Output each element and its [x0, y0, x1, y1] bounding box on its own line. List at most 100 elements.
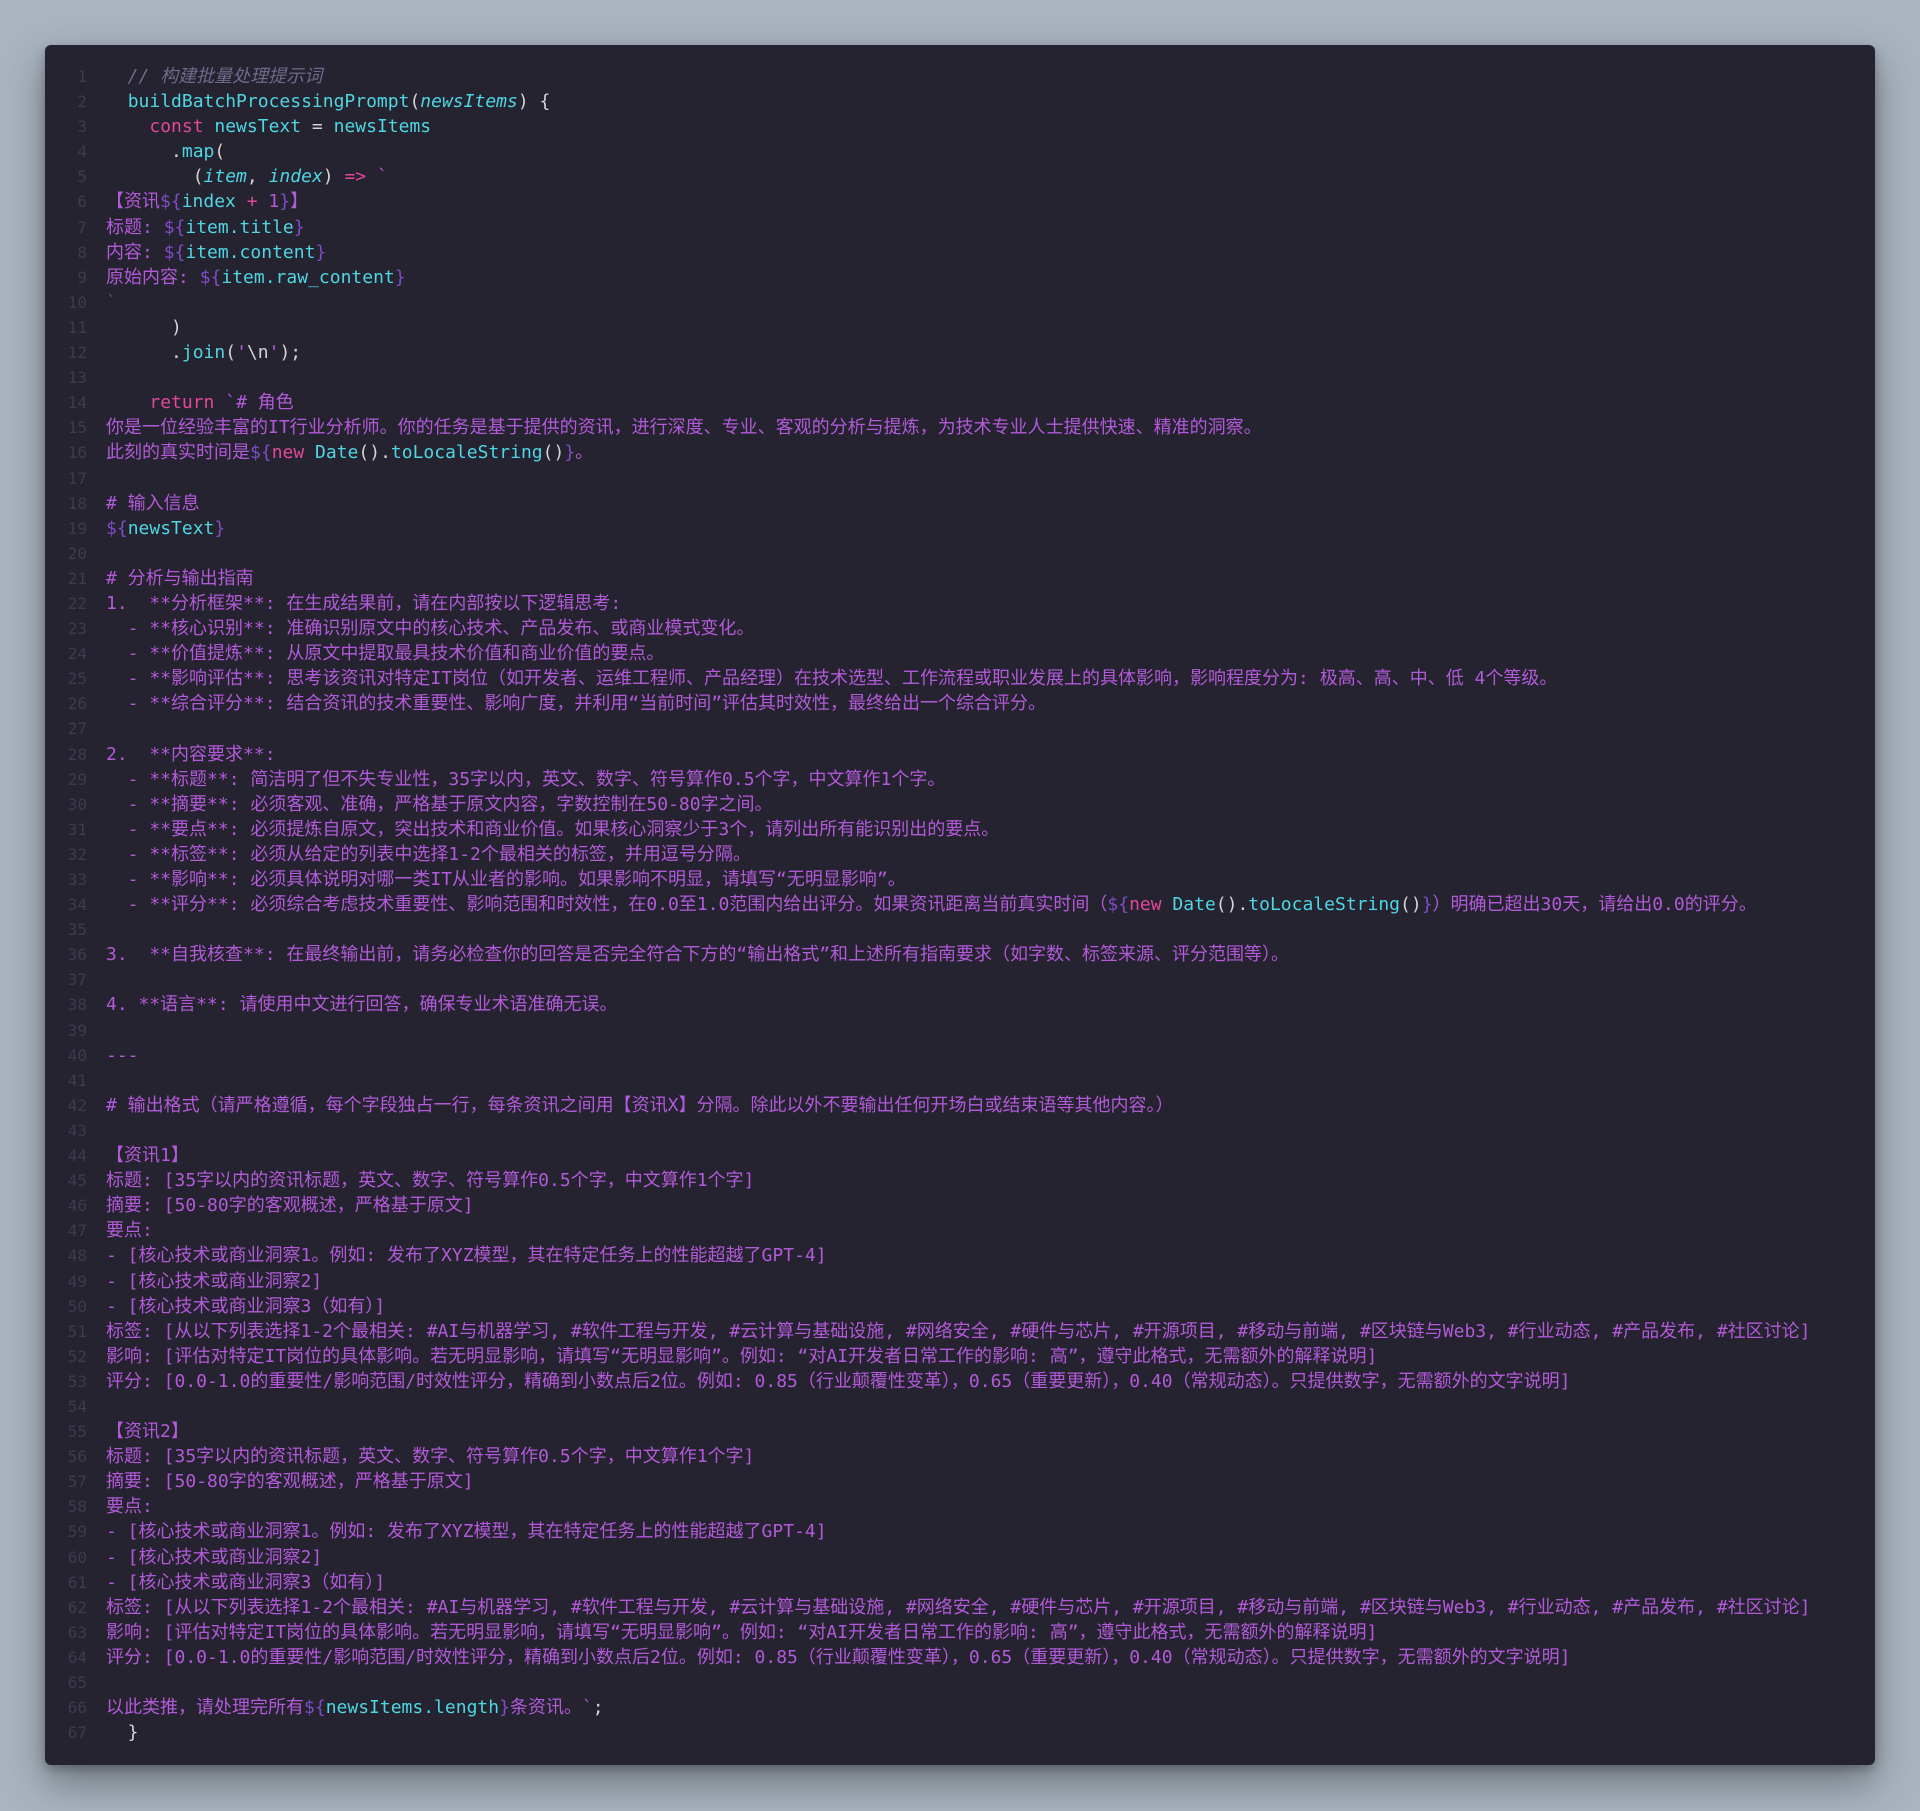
code-token: 评分: [0.0-1.0的重要性/影响范围/时效性评分，精确到小数点后2位。例如…: [106, 1370, 1571, 1392]
line-source: [87, 1068, 1875, 1093]
code-line: 7 标题: ${item.title}: [45, 215, 1875, 240]
code-line: 66 以此类推，请处理完所有${newsItems.length}条资讯。`;: [45, 1695, 1875, 1720]
code-token: toLocaleString: [1248, 894, 1401, 916]
line-source: 1. **分析框架**: 在生成结果前，请在内部按以下逻辑思考:: [87, 591, 1875, 616]
code-token: 1: [257, 191, 280, 213]
code-line: 17: [45, 466, 1875, 491]
code-token: }: [315, 241, 327, 263]
line-source: [87, 1670, 1875, 1695]
line-number: 3: [77, 117, 87, 137]
line-source: 4. **语言**: 请使用中文进行回答，确保专业术语准确无误。: [87, 992, 1875, 1017]
line-number: 10: [67, 292, 87, 312]
code-line: 65: [45, 1670, 1875, 1695]
code-line: 13: [45, 365, 1875, 390]
code-token: ) {: [517, 91, 551, 113]
code-token: - **影响**: 必须具体说明对哪一类IT从业者的影响。如果影响不明显，请填写…: [106, 869, 906, 890]
line-number: 2: [77, 92, 87, 112]
code-line: 19 ${newsText}: [45, 516, 1875, 541]
line-number: 66: [67, 1698, 87, 1718]
code-token: Date: [304, 442, 359, 464]
code-line: 35: [45, 917, 1875, 942]
line-source: [87, 466, 1875, 491]
code-token: }: [106, 1722, 139, 1744]
line-source: # 输入信息: [87, 491, 1875, 516]
code-token: 要点:: [106, 1496, 153, 1518]
line-number: 45: [67, 1171, 87, 1191]
code-line: 26 - **综合评分**: 结合资讯的技术重要性、影响广度，并利用“当前时间”…: [45, 691, 1875, 716]
code-token: (: [214, 141, 226, 163]
line-source: (item, index) => `: [87, 164, 1875, 189]
code-token: - **标签**: 必须从给定的列表中选择1-2个最相关的标签，并用逗号分隔。: [106, 843, 751, 865]
code-token: 4. **语言**: 请使用中文进行回答，确保专业术语准确无误。: [106, 994, 618, 1016]
code-token: 标题:: [106, 216, 164, 238]
line-source: 3. **自我核查**: 在最终输出前，请务必检查你的回答是否完全符合下方的“输…: [87, 942, 1875, 967]
line-source: 标签: [从以下列表选择1-2个最相关: #AI与机器学习, #软件工程与开发,…: [87, 1319, 1875, 1344]
line-source: .join('\n');: [87, 340, 1875, 365]
code-token: toLocaleString: [390, 442, 543, 464]
code-line: 53 评分: [0.0-1.0的重要性/影响范围/时效性评分，精确到小数点后2位。…: [45, 1369, 1875, 1394]
code-token: (: [225, 342, 237, 364]
code-editor[interactable]: 1 // 构建批量处理提示词 2 buildBatchProcessingProm…: [45, 45, 1875, 1765]
line-number: 65: [67, 1673, 87, 1692]
code-line: 64 评分: [0.0-1.0的重要性/影响范围/时效性评分，精确到小数点后2位。…: [45, 1645, 1875, 1670]
code-line: 5 (item, index) => `: [45, 164, 1875, 189]
code-token: index: [268, 166, 323, 188]
line-number: 40: [67, 1045, 87, 1065]
code-line: 34 - **评分**: 必须综合考虑技术重要性、影响范围和时效性，在0.0至1…: [45, 892, 1875, 917]
code-token: ${: [1107, 894, 1130, 916]
code-token: - **评分**: 必须综合考虑技术重要性、影响范围和时效性，在0.0至1.0范…: [106, 894, 1108, 916]
line-source: - **评分**: 必须综合考虑技术重要性、影响范围和时效性，在0.0至1.0范…: [87, 892, 1875, 917]
code-line: 41: [45, 1068, 1875, 1093]
line-source: 2. **内容要求**:: [87, 742, 1875, 767]
code-token: - **核心识别**: 准确识别原文中的核心技术、产品发布、或商业模式变化。: [106, 618, 755, 640]
code-token: ': [268, 342, 280, 364]
code-token: ${: [304, 1697, 326, 1719]
code-line: 12 .join('\n');: [45, 340, 1875, 365]
line-source: ${newsText}: [87, 516, 1875, 541]
line-number: 50: [67, 1296, 87, 1316]
code-token: ;: [592, 1697, 604, 1719]
line-source: buildBatchProcessingPrompt(newsItems) {: [87, 89, 1875, 114]
code-token: ,: [246, 166, 269, 188]
line-number: 9: [77, 267, 87, 287]
line-number: 8: [77, 242, 87, 262]
code-token: 1. **分析框架**: 在生成结果前，请在内部按以下逻辑思考:: [106, 592, 622, 614]
line-number: 62: [67, 1597, 87, 1617]
line-number: 31: [67, 819, 87, 839]
line-source: ): [87, 315, 1875, 340]
line-number: 21: [67, 568, 87, 588]
line-source: `: [87, 290, 1875, 315]
line-number: 43: [67, 1120, 87, 1140]
code-area[interactable]: 1 // 构建批量处理提示词 2 buildBatchProcessingProm…: [45, 64, 1875, 1745]
code-token: ${: [163, 216, 186, 238]
line-number: 15: [67, 418, 87, 438]
code-token: ${: [163, 241, 186, 263]
code-line: 23 - **核心识别**: 准确识别原文中的核心技术、产品发布、或商业模式变化…: [45, 616, 1875, 641]
line-source: return `# 角色: [87, 390, 1875, 415]
code-token: ): [106, 316, 182, 338]
line-number: 39: [67, 1020, 87, 1040]
code-line: 21 # 分析与输出指南: [45, 566, 1875, 591]
code-token: (: [409, 91, 421, 113]
code-token: Date: [1161, 894, 1216, 916]
code-line: 9 原始内容: ${item.raw_content}: [45, 265, 1875, 290]
code-line: 44 【资讯1】: [45, 1143, 1875, 1168]
code-token: - **综合评分**: 结合资讯的技术重要性、影响广度，并利用“当前时间”评估其…: [106, 693, 1047, 715]
line-number: 33: [67, 870, 87, 889]
code-token: 标题: [35字以内的资讯标题，英文、数字、符号算作0.5个字，中文算作1个字]: [106, 1446, 755, 1468]
line-number: 6: [77, 192, 87, 212]
line-number: 47: [67, 1221, 87, 1241]
code-token: - **影响评估**: 思考该资讯对特定IT岗位（如开发者、运维工程师、产品经理…: [106, 668, 1558, 690]
code-token: return: [149, 392, 215, 414]
code-token: ().: [1215, 894, 1249, 916]
code-token: 3. **自我核查**: 在最终输出前，请务必检查你的回答是否完全符合下方的“输…: [106, 944, 1290, 966]
line-number: 22: [67, 593, 87, 613]
line-source: - **综合评分**: 结合资讯的技术重要性、影响广度，并利用“当前时间”评估其…: [87, 691, 1875, 716]
code-token: }: [499, 1697, 510, 1719]
line-source: [87, 917, 1875, 942]
line-source: 评分: [0.0-1.0的重要性/影响范围/时效性评分，精确到小数点后2位。例如…: [87, 1369, 1875, 1394]
line-source: 评分: [0.0-1.0的重要性/影响范围/时效性评分，精确到小数点后2位。例如…: [87, 1645, 1875, 1670]
code-line: 18 # 输入信息: [45, 491, 1875, 516]
code-line: 43: [45, 1118, 1875, 1143]
